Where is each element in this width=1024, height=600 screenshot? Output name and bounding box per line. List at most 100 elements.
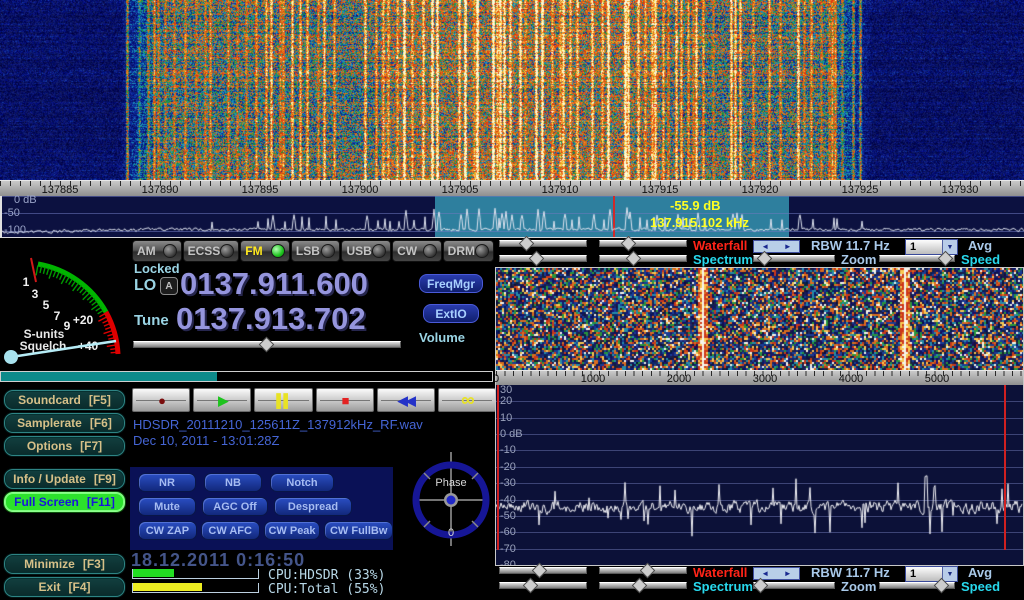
zoom-slider-thumb[interactable] bbox=[753, 578, 769, 594]
agc-off-button[interactable]: AGC Off bbox=[202, 497, 268, 516]
mode-button-usb[interactable]: USB bbox=[341, 240, 391, 262]
playback-progress-bar[interactable] bbox=[0, 371, 493, 382]
mode-button-fm[interactable]: FM bbox=[240, 240, 290, 262]
notch-button[interactable]: Notch bbox=[270, 473, 334, 492]
mode-label: ECSS bbox=[188, 244, 221, 258]
rbw-increase-arrow-icon[interactable]: ► bbox=[784, 243, 792, 251]
rbw-decrease-arrow-icon[interactable]: ◄ bbox=[761, 243, 769, 251]
play-button[interactable]: ▶ bbox=[193, 388, 251, 412]
soundcard-button[interactable]: Soundcard[F5] bbox=[4, 390, 125, 410]
rf-spectrum-panel[interactable]: 3020100 dB-10-20-30-40-50-60-70-80 bbox=[496, 385, 1023, 565]
cw-zap-button[interactable]: CW ZAP bbox=[138, 521, 197, 540]
speed-slider[interactable] bbox=[879, 582, 955, 589]
full-screen-button[interactable]: Full Screen[F11] bbox=[4, 492, 125, 512]
spectrum-brightness-slider-thumb[interactable] bbox=[523, 578, 539, 594]
exit-button-label: Exit bbox=[38, 580, 60, 594]
main-waterfall[interactable] bbox=[0, 0, 1024, 180]
s-meter-scale-label: 9 bbox=[64, 319, 71, 333]
spectrum-contrast-slider-thumb[interactable] bbox=[632, 578, 648, 594]
extio-button[interactable]: ExtIO bbox=[423, 304, 479, 323]
spectrum-brightness-slider-thumb[interactable] bbox=[529, 251, 545, 267]
options-button[interactable]: Options[F7] bbox=[4, 436, 125, 456]
waterfall-brightness-slider[interactable] bbox=[499, 567, 587, 574]
cw-afc-button[interactable]: CW AFC bbox=[201, 521, 260, 540]
db-axis-label: 0 dB bbox=[14, 194, 37, 206]
mode-button-lsb[interactable]: LSB bbox=[291, 240, 341, 262]
waterfall-contrast-slider-thumb[interactable] bbox=[640, 563, 656, 579]
soundcard-button-label: Soundcard bbox=[18, 393, 81, 407]
lo-auto-button[interactable]: A bbox=[160, 277, 178, 295]
rbw-decrease-arrow-icon[interactable]: ◄ bbox=[761, 570, 769, 578]
waterfall-brightness-slider-thumb[interactable] bbox=[519, 236, 535, 252]
cw-fullbw-button[interactable]: CW FullBw bbox=[324, 521, 393, 540]
phase-dial[interactable]: Phase 0 bbox=[408, 452, 494, 546]
zoom-slider[interactable] bbox=[753, 255, 835, 262]
spectrum-brightness-slider[interactable] bbox=[499, 582, 587, 589]
rbw-spinner[interactable]: ◄► bbox=[753, 240, 800, 253]
mode-radio-led-icon bbox=[372, 244, 386, 258]
cpu-hdsdr-label: CPU:HDSDR (33%) bbox=[268, 568, 385, 583]
phase-center-dot bbox=[447, 496, 456, 505]
cpu-total-label: CPU:Total (55%) bbox=[268, 582, 385, 597]
rf-spectrum-trace bbox=[496, 385, 1023, 565]
mode-button-cw[interactable]: CW bbox=[392, 240, 442, 262]
rf-waterfall[interactable] bbox=[496, 268, 1023, 370]
filter-edge-line-right[interactable] bbox=[1004, 385, 1006, 550]
minimize-button-label: Minimize bbox=[24, 557, 75, 571]
freqmgr-button[interactable]: FreqMgr bbox=[419, 274, 483, 293]
filter-edge-line-left[interactable] bbox=[497, 385, 499, 550]
cw-peak-button[interactable]: CW Peak bbox=[264, 521, 321, 540]
volume-slider-thumb[interactable] bbox=[259, 337, 275, 353]
signal-level-readout: -55.9 dB bbox=[670, 198, 721, 213]
rf-frequency-scale[interactable]: 010002000300040005000 bbox=[496, 370, 1023, 385]
recording-filename: HDSDR_20111210_125611Z_137912kHz_RF.wav bbox=[133, 417, 423, 432]
mode-radio-led-icon bbox=[220, 244, 234, 258]
mode-button-drm[interactable]: DRM bbox=[443, 240, 494, 262]
avg-select[interactable]: 1▼ bbox=[905, 239, 958, 255]
waterfall-brightness-slider[interactable] bbox=[499, 240, 587, 247]
spectrum-contrast-slider-thumb[interactable] bbox=[626, 251, 642, 267]
s-meter-needle-pivot[interactable] bbox=[4, 350, 18, 364]
zoom-slider-thumb[interactable] bbox=[757, 251, 773, 267]
tune-frequency-display[interactable]: 0137.913.702 bbox=[176, 301, 366, 337]
samplerate-button[interactable]: Samplerate[F6] bbox=[4, 413, 125, 433]
spectrum-brightness-slider[interactable] bbox=[499, 255, 587, 262]
rbw-label: RBW 11.7 Hz bbox=[811, 239, 890, 252]
waterfall-contrast-slider[interactable] bbox=[599, 240, 687, 247]
waterfall-contrast-slider-thumb[interactable] bbox=[621, 236, 637, 252]
exit-button[interactable]: Exit [F4] bbox=[4, 577, 125, 597]
nb-button[interactable]: NB bbox=[204, 473, 262, 492]
loop-button[interactable]: ∞ bbox=[438, 388, 496, 412]
s-meter[interactable]: 13579+20+40 S-units Squelch bbox=[1, 242, 127, 382]
cpu-total-bar-fill bbox=[133, 583, 202, 591]
mode-button-ecss[interactable]: ECSS bbox=[183, 240, 240, 262]
rbw-increase-arrow-icon[interactable]: ► bbox=[784, 570, 792, 578]
nr-button[interactable]: NR bbox=[138, 473, 196, 492]
exit-button-key: [F4] bbox=[69, 580, 91, 594]
lo-frequency-display[interactable]: 0137.911.600 bbox=[180, 266, 368, 302]
pause-button[interactable]: ▌▌ bbox=[254, 388, 312, 412]
play-icon: ▶ bbox=[218, 394, 226, 407]
mode-button-am[interactable]: AM bbox=[132, 240, 182, 262]
volume-slider[interactable] bbox=[133, 341, 401, 348]
speed-label: Speed bbox=[961, 253, 1000, 266]
frequency-scale[interactable]: 1378851378901378951379001379051379101379… bbox=[0, 180, 1024, 196]
rf-hz-tick-label: 3000 bbox=[745, 373, 785, 385]
freq-tick-label: 137895 bbox=[230, 184, 290, 196]
main-spectrum-panel[interactable]: 0 dB -50 -100 -55.9 dB 137.915.102 kHz bbox=[0, 196, 1024, 238]
mute-button[interactable]: Mute bbox=[138, 497, 196, 516]
waterfall-contrast-slider[interactable] bbox=[599, 567, 687, 574]
record-button[interactable]: ● bbox=[132, 388, 190, 412]
minimize-button[interactable]: Minimize[F3] bbox=[4, 554, 125, 574]
zoom-slider[interactable] bbox=[753, 582, 835, 589]
spectrum-contrast-slider[interactable] bbox=[599, 255, 687, 262]
stop-button[interactable]: ■ bbox=[316, 388, 374, 412]
waterfall-label: Waterfall bbox=[693, 239, 747, 252]
avg-select[interactable]: 1▼ bbox=[905, 566, 958, 582]
rewind-button[interactable]: ◀◀ bbox=[377, 388, 435, 412]
speed-slider[interactable] bbox=[879, 255, 955, 262]
info-update-button[interactable]: Info / Update[F9] bbox=[4, 469, 125, 489]
despread-button[interactable]: Despread bbox=[274, 497, 352, 516]
waterfall-brightness-slider-thumb[interactable] bbox=[532, 563, 548, 579]
spectrum-contrast-slider[interactable] bbox=[599, 582, 687, 589]
